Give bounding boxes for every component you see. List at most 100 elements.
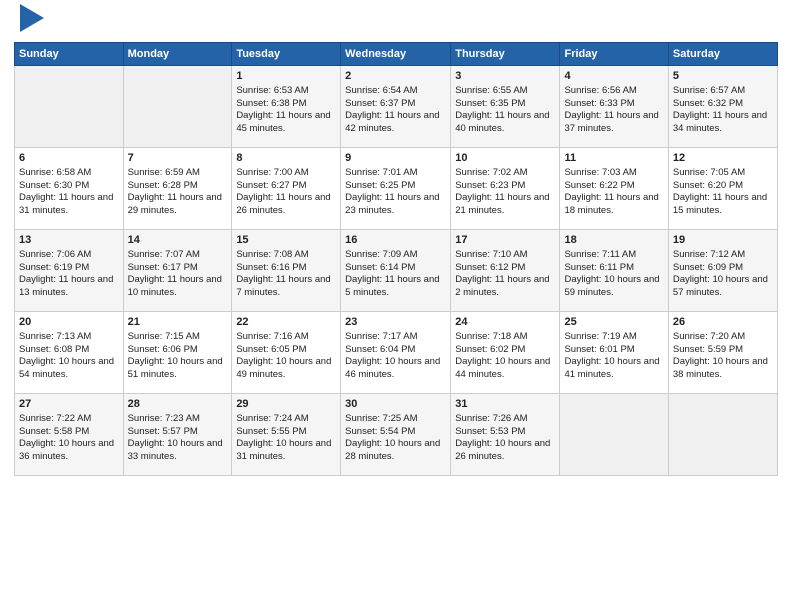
day-info: Sunrise: 7:09 AMSunset: 6:14 PMDaylight:…: [345, 249, 439, 298]
day-number: 20: [19, 315, 119, 330]
day-number: 28: [128, 397, 228, 412]
day-info: Sunrise: 7:26 AMSunset: 5:53 PMDaylight:…: [455, 413, 550, 462]
calendar-cell: [668, 394, 777, 476]
day-info: Sunrise: 7:11 AMSunset: 6:11 PMDaylight:…: [564, 249, 659, 298]
day-info: Sunrise: 7:17 AMSunset: 6:04 PMDaylight:…: [345, 331, 440, 380]
day-info: Sunrise: 6:54 AMSunset: 6:37 PMDaylight:…: [345, 85, 439, 134]
calendar-cell: [123, 66, 232, 148]
calendar-cell: 2Sunrise: 6:54 AMSunset: 6:37 PMDaylight…: [341, 66, 451, 148]
day-info: Sunrise: 7:07 AMSunset: 6:17 PMDaylight:…: [128, 249, 222, 298]
day-number: 23: [345, 315, 446, 330]
day-info: Sunrise: 7:22 AMSunset: 5:58 PMDaylight:…: [19, 413, 114, 462]
day-number: 11: [564, 151, 663, 166]
day-number: 3: [455, 69, 555, 84]
week-row-5: 27Sunrise: 7:22 AMSunset: 5:58 PMDayligh…: [15, 394, 778, 476]
calendar-cell: 14Sunrise: 7:07 AMSunset: 6:17 PMDayligh…: [123, 230, 232, 312]
calendar-cell: [560, 394, 668, 476]
calendar-cell: 13Sunrise: 7:06 AMSunset: 6:19 PMDayligh…: [15, 230, 124, 312]
day-info: Sunrise: 6:59 AMSunset: 6:28 PMDaylight:…: [128, 167, 222, 216]
day-number: 19: [673, 233, 773, 248]
day-info: Sunrise: 7:16 AMSunset: 6:05 PMDaylight:…: [236, 331, 331, 380]
day-info: Sunrise: 6:57 AMSunset: 6:32 PMDaylight:…: [673, 85, 767, 134]
day-number: 10: [455, 151, 555, 166]
header-row: SundayMondayTuesdayWednesdayThursdayFrid…: [15, 43, 778, 66]
day-info: Sunrise: 7:25 AMSunset: 5:54 PMDaylight:…: [345, 413, 440, 462]
calendar-cell: 9Sunrise: 7:01 AMSunset: 6:25 PMDaylight…: [341, 148, 451, 230]
calendar-cell: 7Sunrise: 6:59 AMSunset: 6:28 PMDaylight…: [123, 148, 232, 230]
day-info: Sunrise: 7:06 AMSunset: 6:19 PMDaylight:…: [19, 249, 113, 298]
calendar-cell: 3Sunrise: 6:55 AMSunset: 6:35 PMDaylight…: [451, 66, 560, 148]
day-info: Sunrise: 7:12 AMSunset: 6:09 PMDaylight:…: [673, 249, 768, 298]
calendar-cell: 28Sunrise: 7:23 AMSunset: 5:57 PMDayligh…: [123, 394, 232, 476]
day-number: 16: [345, 233, 446, 248]
calendar-cell: 24Sunrise: 7:18 AMSunset: 6:02 PMDayligh…: [451, 312, 560, 394]
calendar-cell: 16Sunrise: 7:09 AMSunset: 6:14 PMDayligh…: [341, 230, 451, 312]
day-info: Sunrise: 6:56 AMSunset: 6:33 PMDaylight:…: [564, 85, 658, 134]
calendar-cell: 8Sunrise: 7:00 AMSunset: 6:27 PMDaylight…: [232, 148, 341, 230]
calendar-cell: 26Sunrise: 7:20 AMSunset: 5:59 PMDayligh…: [668, 312, 777, 394]
day-header-monday: Monday: [123, 43, 232, 66]
calendar-cell: 31Sunrise: 7:26 AMSunset: 5:53 PMDayligh…: [451, 394, 560, 476]
day-info: Sunrise: 7:03 AMSunset: 6:22 PMDaylight:…: [564, 167, 658, 216]
header: [14, 10, 778, 36]
day-number: 21: [128, 315, 228, 330]
day-info: Sunrise: 7:23 AMSunset: 5:57 PMDaylight:…: [128, 413, 223, 462]
page-container: SundayMondayTuesdayWednesdayThursdayFrid…: [0, 0, 792, 484]
week-row-2: 6Sunrise: 6:58 AMSunset: 6:30 PMDaylight…: [15, 148, 778, 230]
day-info: Sunrise: 7:01 AMSunset: 6:25 PMDaylight:…: [345, 167, 439, 216]
calendar-cell: 1Sunrise: 6:53 AMSunset: 6:38 PMDaylight…: [232, 66, 341, 148]
calendar-cell: 6Sunrise: 6:58 AMSunset: 6:30 PMDaylight…: [15, 148, 124, 230]
day-header-tuesday: Tuesday: [232, 43, 341, 66]
calendar-cell: 20Sunrise: 7:13 AMSunset: 6:08 PMDayligh…: [15, 312, 124, 394]
calendar-cell: 29Sunrise: 7:24 AMSunset: 5:55 PMDayligh…: [232, 394, 341, 476]
day-info: Sunrise: 7:08 AMSunset: 6:16 PMDaylight:…: [236, 249, 330, 298]
calendar-cell: 12Sunrise: 7:05 AMSunset: 6:20 PMDayligh…: [668, 148, 777, 230]
logo: [14, 10, 48, 36]
day-number: 14: [128, 233, 228, 248]
day-number: 27: [19, 397, 119, 412]
week-row-1: 1Sunrise: 6:53 AMSunset: 6:38 PMDaylight…: [15, 66, 778, 148]
day-info: Sunrise: 7:24 AMSunset: 5:55 PMDaylight:…: [236, 413, 331, 462]
calendar-cell: 19Sunrise: 7:12 AMSunset: 6:09 PMDayligh…: [668, 230, 777, 312]
day-info: Sunrise: 6:58 AMSunset: 6:30 PMDaylight:…: [19, 167, 113, 216]
day-number: 7: [128, 151, 228, 166]
day-number: 24: [455, 315, 555, 330]
calendar-table: SundayMondayTuesdayWednesdayThursdayFrid…: [14, 42, 778, 476]
calendar-cell: 22Sunrise: 7:16 AMSunset: 6:05 PMDayligh…: [232, 312, 341, 394]
day-info: Sunrise: 7:13 AMSunset: 6:08 PMDaylight:…: [19, 331, 114, 380]
calendar-cell: 21Sunrise: 7:15 AMSunset: 6:06 PMDayligh…: [123, 312, 232, 394]
day-number: 13: [19, 233, 119, 248]
day-info: Sunrise: 6:53 AMSunset: 6:38 PMDaylight:…: [236, 85, 330, 134]
day-number: 8: [236, 151, 336, 166]
logo-icon: [16, 0, 48, 36]
day-info: Sunrise: 6:55 AMSunset: 6:35 PMDaylight:…: [455, 85, 549, 134]
day-number: 12: [673, 151, 773, 166]
calendar-cell: 15Sunrise: 7:08 AMSunset: 6:16 PMDayligh…: [232, 230, 341, 312]
day-number: 6: [19, 151, 119, 166]
week-row-4: 20Sunrise: 7:13 AMSunset: 6:08 PMDayligh…: [15, 312, 778, 394]
day-number: 26: [673, 315, 773, 330]
day-header-friday: Friday: [560, 43, 668, 66]
day-number: 30: [345, 397, 446, 412]
day-number: 1: [236, 69, 336, 84]
calendar-cell: 18Sunrise: 7:11 AMSunset: 6:11 PMDayligh…: [560, 230, 668, 312]
day-number: 22: [236, 315, 336, 330]
day-number: 18: [564, 233, 663, 248]
day-info: Sunrise: 7:19 AMSunset: 6:01 PMDaylight:…: [564, 331, 659, 380]
day-info: Sunrise: 7:02 AMSunset: 6:23 PMDaylight:…: [455, 167, 549, 216]
day-number: 25: [564, 315, 663, 330]
day-header-wednesday: Wednesday: [341, 43, 451, 66]
calendar-cell: 10Sunrise: 7:02 AMSunset: 6:23 PMDayligh…: [451, 148, 560, 230]
day-header-saturday: Saturday: [668, 43, 777, 66]
calendar-cell: 17Sunrise: 7:10 AMSunset: 6:12 PMDayligh…: [451, 230, 560, 312]
day-info: Sunrise: 7:00 AMSunset: 6:27 PMDaylight:…: [236, 167, 330, 216]
week-row-3: 13Sunrise: 7:06 AMSunset: 6:19 PMDayligh…: [15, 230, 778, 312]
day-number: 5: [673, 69, 773, 84]
day-number: 2: [345, 69, 446, 84]
day-info: Sunrise: 7:18 AMSunset: 6:02 PMDaylight:…: [455, 331, 550, 380]
calendar-cell: 25Sunrise: 7:19 AMSunset: 6:01 PMDayligh…: [560, 312, 668, 394]
day-number: 9: [345, 151, 446, 166]
day-header-sunday: Sunday: [15, 43, 124, 66]
day-info: Sunrise: 7:20 AMSunset: 5:59 PMDaylight:…: [673, 331, 768, 380]
calendar-cell: 30Sunrise: 7:25 AMSunset: 5:54 PMDayligh…: [341, 394, 451, 476]
